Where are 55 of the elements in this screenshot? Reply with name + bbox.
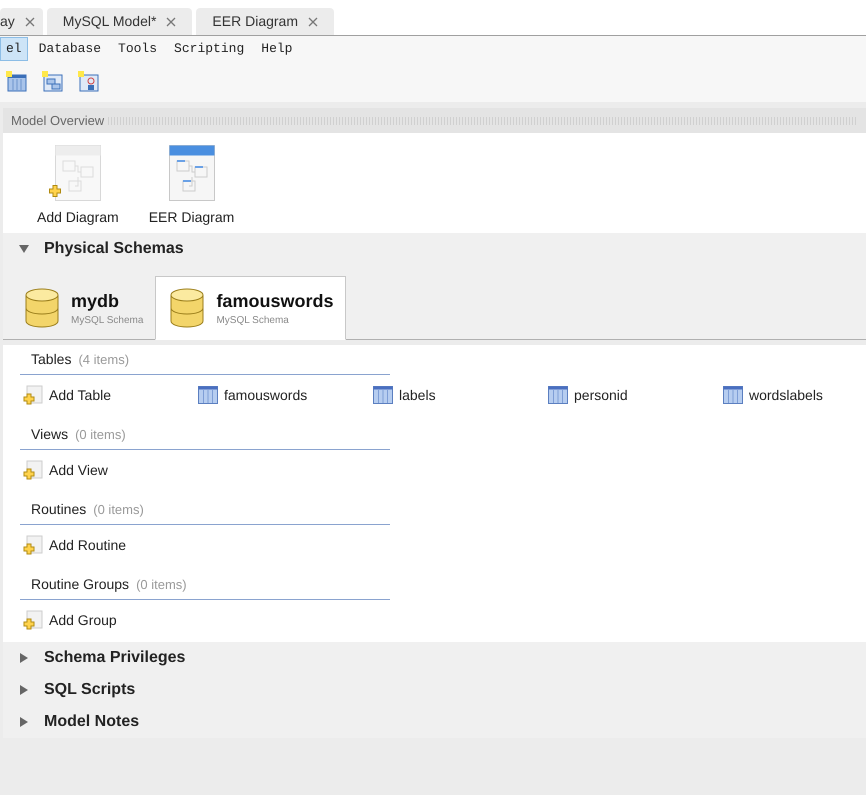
menu-item[interactable]: Help [255,37,298,61]
add-object-icon [23,460,43,480]
diagram-label[interactable]: EER Diagram [148,207,234,228]
item-count: (4 items) [78,350,130,369]
collapse-arrow-icon[interactable] [18,243,30,255]
add-object-icon [23,385,43,405]
close-icon[interactable] [166,16,176,26]
group-title: Tables [31,350,72,369]
database-icon [25,288,59,328]
expand-arrow-icon[interactable] [18,716,30,728]
database-icon [170,288,204,328]
section-header[interactable]: Physical Schemas [44,237,184,261]
menu-item[interactable]: Database [32,37,108,61]
schema-tab[interactable]: mydb MySQL Schema [11,277,156,339]
close-icon[interactable] [24,16,35,26]
group-title: Routine Groups [31,575,130,594]
document-tab[interactable]: EER Diagram [196,8,334,35]
table-item[interactable]: famouswords [198,384,308,406]
add-item[interactable]: Add Table [23,384,112,406]
close-icon[interactable] [308,16,318,26]
table-icon [198,385,218,405]
new-view-icon[interactable] [42,71,64,93]
expand-arrow-icon[interactable] [18,652,30,664]
table-icon [723,385,743,405]
add-item[interactable]: Add View [23,460,108,480]
add-item[interactable]: Add Routine [23,534,126,556]
menu-item[interactable]: el [0,37,28,61]
item-count: (0 items) [93,500,144,519]
section-header[interactable]: Schema Privileges [44,646,186,670]
table-icon [548,385,568,405]
new-routine-icon[interactable] [78,71,100,93]
panel-title: Model Overview [11,112,104,130]
add-object-icon [23,610,43,630]
group-title: Views [31,425,68,444]
menu-item[interactable]: Scripting [168,37,250,61]
table-item[interactable]: personid [548,384,628,406]
diagram-label[interactable]: Add Diagram [37,207,119,228]
section-header[interactable]: Model Notes [44,710,140,734]
item-count: (0 items) [75,426,126,444]
table-item[interactable]: labels [373,384,436,406]
diagram-icon[interactable] [168,145,214,201]
add-item[interactable]: Add Group [23,610,117,630]
new-table-icon[interactable] [6,71,28,93]
menu-item[interactable]: Tools [112,37,164,61]
schema-tab[interactable]: famouswords MySQL Schema [155,276,346,340]
document-tab[interactable]: MySQL Model* [46,8,192,35]
group-title: Routines [31,500,86,519]
table-icon [373,385,393,405]
document-tab[interactable]: ay [0,8,43,35]
section-header[interactable]: SQL Scripts [44,678,136,702]
item-count: (0 items) [136,576,187,594]
plus-icon [48,185,61,197]
table-item[interactable]: wordslabels [723,384,823,406]
expand-arrow-icon[interactable] [18,684,30,696]
add-object-icon [23,535,43,555]
